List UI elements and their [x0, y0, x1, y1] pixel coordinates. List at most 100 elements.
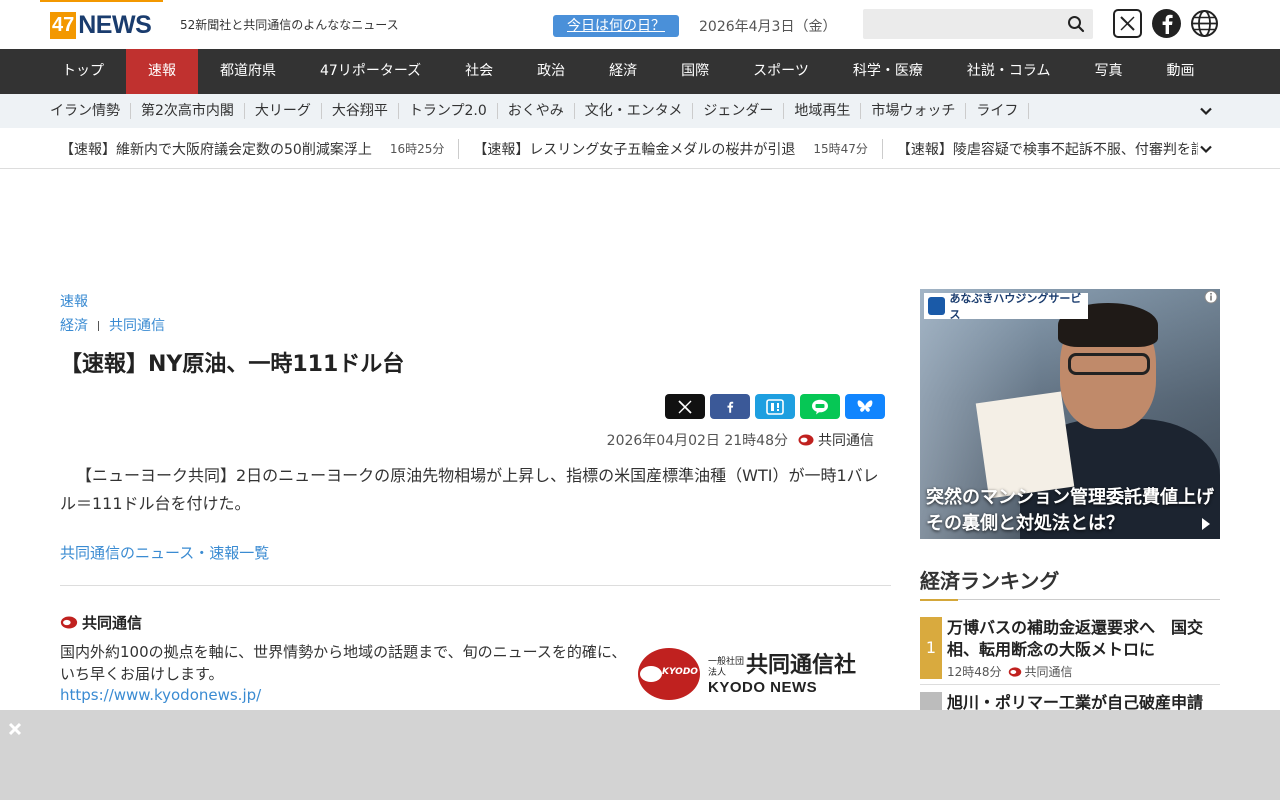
- x-icon: [678, 399, 692, 414]
- nav-item-reporters[interactable]: 47リポーターズ: [298, 49, 443, 94]
- today-in-history-button[interactable]: 今日は何の日？: [553, 15, 679, 37]
- ad-caption-line: 突然のマンション管理委託費値上げ: [926, 487, 1214, 508]
- facebook-icon[interactable]: [1152, 9, 1181, 38]
- ticker-time: 16時25分: [389, 142, 445, 156]
- ranking-source: 共同通信: [1024, 665, 1073, 679]
- ranking-headline: 万博バスの補助金返還要求へ 国交相、転用断念の大阪メトロに: [947, 618, 1204, 659]
- kyodo-circle-mark: KYODO: [638, 648, 700, 700]
- nav-item-breaking[interactable]: 速報: [126, 49, 198, 94]
- ticker-time: 15時47分: [813, 142, 868, 156]
- sidebar-ad[interactable]: あなぶきハウジングサービス 突然のマンション管理委託費値上げ その裏側と対処法と…: [920, 289, 1220, 539]
- topic-item[interactable]: 第2次高市内閣: [131, 103, 245, 119]
- kyodo-news-list-link[interactable]: 共同通信のニュース・速報一覧: [60, 542, 269, 563]
- ticker-headline: 【速報】維新内で大阪府議会定数の50削減案浮上: [60, 141, 372, 158]
- article-source: 共同通信: [818, 433, 874, 449]
- topic-item[interactable]: ライフ: [966, 103, 1030, 119]
- ad-figure-paper: [975, 391, 1075, 499]
- share-line-button[interactable]: [800, 394, 840, 419]
- kyodo-news-logo[interactable]: KYODO 一般社団法人 共同通信社 KYODO NEWS: [638, 646, 888, 702]
- topic-item[interactable]: 文化・エンタメ: [575, 103, 694, 119]
- article-body: 【ニューヨーク共同】2日のニューヨークの原油先物相場が上昇し、指標の米国産標準油…: [60, 466, 879, 513]
- ranking-separator: [920, 684, 1220, 685]
- article-datetime: 2026年04月02日 21時48分: [606, 433, 788, 449]
- share-bluesky-button[interactable]: [845, 394, 885, 419]
- breadcrumb-economy-link[interactable]: 経済: [60, 314, 88, 338]
- bottom-overlay-ad: [0, 710, 1280, 800]
- nav-item-editorials[interactable]: 社説・コラム: [945, 49, 1073, 94]
- nav-item-photos[interactable]: 写真: [1072, 49, 1144, 94]
- nav-item-science[interactable]: 科学・医療: [831, 49, 945, 94]
- nav-item-politics[interactable]: 政治: [515, 49, 587, 94]
- nav-item-top[interactable]: トップ: [40, 49, 126, 94]
- nav-item-economy[interactable]: 経済: [587, 49, 659, 94]
- kyodo-logo-icon: [1008, 666, 1021, 677]
- topic-item[interactable]: 大谷翔平: [322, 103, 399, 119]
- search-box: [863, 9, 1093, 39]
- ticker-item[interactable]: 【速報】レスリング女子五輪金メダルの桜井が引退 15時47分: [473, 138, 883, 159]
- ticker-item[interactable]: 【速報】維新内で大阪府議会定数の50削減案浮上 16時25分: [60, 138, 460, 159]
- bluesky-butterfly-icon: [857, 399, 873, 412]
- source-name: 共同通信: [82, 614, 143, 632]
- ticker-item[interactable]: 【速報】陵虐容疑で検事不起訴不服、付審判を請求: [897, 139, 1200, 159]
- topic-item[interactable]: 大リーグ: [245, 103, 322, 119]
- kyodo-logo-texts: 一般社団法人 共同通信社 KYODO NEWS: [708, 653, 856, 696]
- breadcrumb-separator: [98, 321, 99, 331]
- ad-brand-icon: [928, 297, 946, 315]
- article: 速報 経済 共同通信 【速報】NY原油、一時111ドル台 2026年04月02日…: [60, 290, 891, 704]
- topic-item[interactable]: トランプ2.0: [399, 103, 498, 119]
- source-description: 国内外約100の拠点を軸に、世界情勢から地域の話題まで、旬のニュースを的確に、い…: [60, 643, 627, 683]
- kyodo-logo-row: 一般社団法人 共同通信社: [708, 653, 856, 679]
- share-hatena-button[interactable]: [755, 394, 795, 419]
- site-logo[interactable]: 47 NEWS: [50, 11, 152, 39]
- play-arrow-icon: [1202, 518, 1210, 530]
- chevron-down-icon[interactable]: [1198, 103, 1214, 119]
- close-icon[interactable]: [8, 722, 22, 736]
- breadcrumb-source-link[interactable]: 共同通信: [109, 314, 165, 338]
- ranking-meta: 12時48分 共同通信: [947, 663, 1073, 680]
- ranking-underline: [920, 599, 1220, 601]
- ad-figure-glasses: [1068, 353, 1150, 375]
- line-icon: [812, 399, 828, 414]
- ad-brand: あなぶきハウジングサービス: [924, 292, 1088, 321]
- share-facebook-button[interactable]: [710, 394, 750, 419]
- nav-item-videos[interactable]: 動画: [1144, 49, 1216, 94]
- source-url-link[interactable]: https://www.kyodonews.jp/: [60, 686, 261, 704]
- ranking-underline-accent: [920, 599, 958, 601]
- nav-item-sports[interactable]: スポーツ: [731, 49, 831, 94]
- topic-item[interactable]: ジェンダー: [693, 103, 785, 119]
- main-nav: トップ 速報 都道府県 47リポーターズ 社会 政治 経済 国際 スポーツ 科学…: [0, 49, 1280, 94]
- topic-item[interactable]: おくやみ: [498, 103, 575, 119]
- search-icon[interactable]: [1067, 15, 1085, 33]
- breaking-news-ticker: 【速報】維新内で大阪府議会定数の50削減案浮上 16時25分 【速報】レスリング…: [0, 128, 1280, 169]
- nav-item-prefectures[interactable]: 都道府県: [198, 49, 298, 94]
- article-category-link[interactable]: 速報: [60, 290, 890, 314]
- topic-item[interactable]: イラン情勢: [40, 103, 131, 119]
- nav-item-international[interactable]: 国際: [659, 49, 731, 94]
- ad-caption-line: その裏側と対処法とは？: [926, 513, 1124, 534]
- kyodo-logo-icon: [798, 434, 814, 446]
- topic-item[interactable]: 市場ウォッチ: [861, 103, 967, 119]
- globe-language-icon[interactable]: [1190, 9, 1219, 38]
- hatena-bookmark-icon: [766, 398, 784, 415]
- search-input[interactable]: [863, 9, 1053, 39]
- logo-word: NEWS: [78, 11, 152, 39]
- nav-item-society[interactable]: 社会: [443, 49, 515, 94]
- site-tagline: 52新聞社と共同通信のよんななニュース: [180, 18, 399, 32]
- ticker-track: 【速報】維新内で大阪府議会定数の50削減案浮上 16時25分 【速報】レスリング…: [60, 128, 1200, 168]
- ad-caption: 突然のマンション管理委託費値上げ その裏側と対処法とは？: [926, 485, 1214, 537]
- share-x-button[interactable]: [665, 394, 705, 419]
- kyodo-logo-icon: [60, 616, 78, 629]
- ticker-headline: 【速報】陵虐容疑で検事不起訴不服、付審判を請求: [896, 141, 1200, 158]
- topic-subnav: イラン情勢 第2次高市内閣 大リーグ 大谷翔平 トランプ2.0 おくやみ 文化・…: [0, 94, 1280, 128]
- facebook-icon: [727, 401, 734, 413]
- article-title: 【速報】NY原油、一時111ドル台: [60, 352, 405, 377]
- topic-item[interactable]: 地域再生: [784, 103, 862, 119]
- article-meta: 2026年04月02日 21時48分 共同通信: [607, 430, 874, 450]
- ticker-headline: 【速報】レスリング女子五輪金メダルの桜井が引退: [473, 141, 796, 158]
- x-twitter-icon[interactable]: [1113, 9, 1142, 38]
- source-name-row: 共同通信: [60, 612, 890, 633]
- logo-number: 47: [50, 12, 77, 39]
- ranking-item[interactable]: 1 万博バスの補助金返還要求へ 国交相、転用断念の大阪メトロに 12時48分 共…: [920, 617, 1220, 679]
- ad-info-icon[interactable]: [1204, 290, 1218, 304]
- chevron-down-icon[interactable]: [1198, 141, 1214, 157]
